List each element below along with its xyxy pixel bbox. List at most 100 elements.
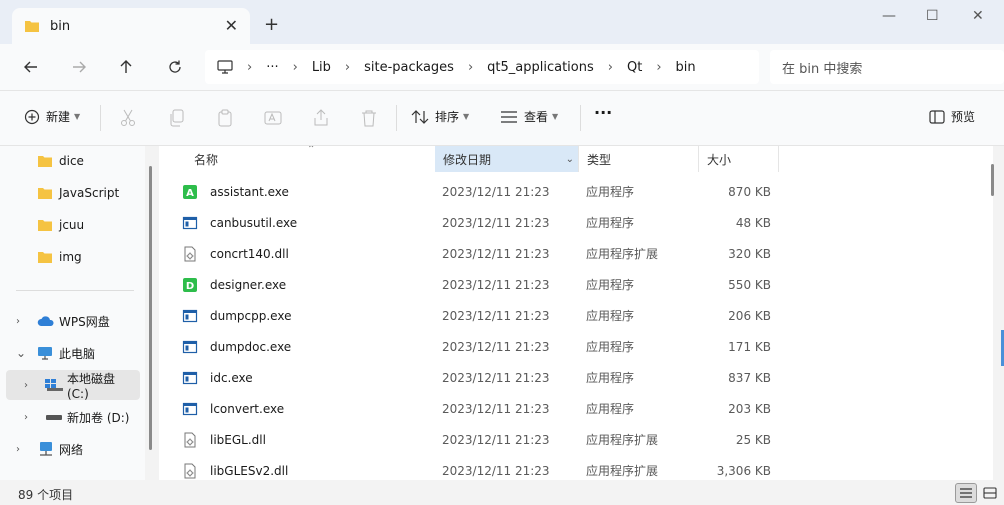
sidebar-item-jcuu[interactable]: jcuu — [0, 210, 145, 240]
column-header-date[interactable]: 修改日期 ⌄ — [435, 146, 579, 172]
paste-icon[interactable] — [217, 109, 233, 127]
chevron-down-icon: ▼ — [74, 112, 81, 121]
minimize-icon[interactable]: — — [882, 8, 896, 24]
column-header-type[interactable]: 类型 — [579, 146, 699, 172]
search-input[interactable]: 在 bin 中搜索 — [770, 50, 1004, 84]
details-view-icon — [960, 488, 972, 498]
breadcrumb-site-packages[interactable]: site-packages — [364, 60, 454, 75]
folder-icon — [38, 252, 52, 263]
breadcrumb-overflow[interactable]: ··· — [266, 60, 278, 75]
column-header-label: 类型 — [587, 152, 612, 167]
back-button[interactable] — [20, 56, 42, 78]
chevron-right-icon[interactable]: › — [16, 444, 20, 455]
sidebar-item-wps-drive[interactable]: › WPS网盘 — [0, 306, 145, 336]
chevron-down-icon[interactable]: ⌄ — [566, 154, 574, 165]
column-header-name[interactable]: 名称 ⌃ — [159, 146, 435, 172]
monitor-icon — [38, 347, 52, 360]
delete-icon[interactable] — [361, 109, 377, 127]
navigation-pane: dice JavaScript jcuu img › WPS网盘 ⌄ 此电脑 ›… — [0, 146, 145, 480]
file-row[interactable]: lconvert.exe 2023/12/11 21:23 应用程序 203 KB — [159, 393, 993, 424]
sidebar-item-label: img — [59, 250, 82, 264]
file-row[interactable]: libEGL.dll 2023/12/11 21:23 应用程序扩展 25 KB — [159, 424, 993, 455]
sidebar-item-javascript[interactable]: JavaScript — [0, 178, 145, 208]
file-row[interactable]: Ddesigner.exe 2023/12/11 21:23 应用程序 550 KB — [159, 269, 993, 300]
up-button[interactable] — [115, 56, 137, 78]
tiles-view-button[interactable] — [979, 483, 1001, 503]
rename-icon[interactable] — [264, 109, 282, 127]
file-row[interactable]: dumpdoc.exe 2023/12/11 21:23 应用程序 171 KB — [159, 331, 993, 362]
sidebar-item-this-pc[interactable]: ⌄ 此电脑 — [0, 338, 145, 368]
file-list-scrollbar[interactable] — [991, 164, 994, 196]
tiles-view-icon — [983, 487, 997, 499]
sidebar-scrollbar[interactable] — [149, 166, 152, 450]
sidebar-item-network[interactable]: › 网络 — [0, 434, 145, 464]
file-row[interactable]: dumpcpp.exe 2023/12/11 21:23 应用程序 206 KB — [159, 300, 993, 331]
file-name-cell: lconvert.exe — [182, 393, 284, 424]
sidebar-item-label: 此电脑 — [59, 346, 96, 361]
tab-bin[interactable]: bin ✕ — [12, 8, 250, 44]
close-tab-icon[interactable]: ✕ — [225, 16, 238, 35]
file-row[interactable]: libGLESv2.dll 2023/12/11 21:23 应用程序扩展 3,306… — [159, 455, 993, 480]
file-date: 2023/12/11 21:23 — [442, 184, 550, 199]
arrow-right-icon — [73, 61, 86, 73]
close-window-icon[interactable]: ✕ — [972, 8, 984, 24]
folder-icon — [25, 21, 39, 32]
forward-button[interactable] — [68, 56, 90, 78]
copy-icon[interactable] — [169, 109, 185, 127]
file-row[interactable]: concrt140.dll 2023/12/11 21:23 应用程序扩展 320 K… — [159, 238, 993, 269]
details-view-button[interactable] — [955, 483, 977, 503]
tab-title: bin — [50, 18, 71, 34]
sidebar-item-c-drive[interactable]: › 本地磁盘 (C:) — [6, 370, 140, 401]
file-size: 550 KB — [728, 277, 771, 292]
refresh-button[interactable] — [164, 56, 186, 78]
file-size: 320 KB — [728, 246, 771, 261]
breadcrumb-separator: › — [656, 59, 662, 75]
file-row[interactable]: canbusutil.exe 2023/12/11 21:23 应用程序 48 KB — [159, 207, 993, 238]
sidebar-item-label: 新加卷 (D:) — [67, 410, 130, 425]
new-button[interactable]: 新建 ▼ — [24, 108, 80, 125]
sort-button[interactable]: 排序 ▼ — [411, 108, 469, 125]
breadcrumb-qt[interactable]: Qt — [627, 60, 642, 75]
share-icon[interactable] — [313, 109, 329, 127]
chevron-right-icon[interactable]: › — [24, 412, 28, 423]
file-type: 应用程序扩展 — [586, 247, 659, 261]
new-tab-button[interactable]: + — [264, 14, 279, 35]
file-name: designer.exe — [210, 277, 287, 292]
file-row[interactable]: Aassistant.exe 2023/12/11 21:23 应用程序 870 KB — [159, 176, 993, 207]
sidebar-item-dice[interactable]: dice — [0, 146, 145, 176]
more-options-button[interactable]: ··· — [594, 103, 612, 122]
preview-pane-button[interactable]: 预览 — [929, 108, 975, 125]
breadcrumb-qt5-applications[interactable]: qt5_applications — [487, 60, 594, 75]
column-header-row: 名称 ⌃ 修改日期 ⌄ 类型 大小 — [159, 146, 993, 172]
chevron-down-icon[interactable]: ⌄ — [16, 346, 26, 360]
chevron-right-icon[interactable]: › — [16, 316, 20, 327]
cut-icon[interactable] — [120, 109, 136, 127]
sidebar-item-img[interactable]: img — [0, 242, 145, 272]
address-bar[interactable]: › ··· › Lib › site-packages › qt5_applic… — [205, 50, 759, 84]
file-size: 870 KB — [728, 184, 771, 199]
file-name: concrt140.dll — [210, 246, 289, 261]
file-name-cell: libGLESv2.dll — [182, 455, 288, 480]
chevron-right-icon[interactable]: › — [24, 380, 28, 391]
file-row[interactable]: idc.exe 2023/12/11 21:23 应用程序 837 KB — [159, 362, 993, 393]
sidebar-item-label: WPS网盘 — [59, 314, 110, 329]
column-header-size[interactable]: 大小 — [699, 146, 779, 172]
sidebar-item-d-drive[interactable]: › 新加卷 (D:) — [0, 402, 145, 432]
maximize-icon[interactable]: ☐ — [926, 8, 939, 24]
command-toolbar: 新建 ▼ 排序 ▼ 查看 ▼ ··· 预览 — [0, 90, 1004, 146]
exe-icon — [182, 308, 204, 324]
breadcrumb-separator: › — [607, 59, 613, 75]
exe-icon — [182, 370, 204, 386]
sidebar-item-label: dice — [59, 154, 84, 168]
file-date: 2023/12/11 21:23 — [442, 246, 550, 261]
breadcrumb-lib[interactable]: Lib — [312, 60, 331, 75]
file-name: libEGL.dll — [210, 432, 266, 447]
file-name: dumpcpp.exe — [210, 308, 292, 323]
file-size: 3,306 KB — [716, 463, 771, 478]
toolbar-divider — [396, 105, 397, 131]
breadcrumb-bin[interactable]: bin — [676, 60, 696, 75]
file-type: 应用程序扩展 — [586, 433, 659, 447]
file-name: assistant.exe — [210, 184, 289, 199]
view-button[interactable]: 查看 ▼ — [500, 108, 558, 125]
status-bar: 89 个项目 — [0, 480, 1004, 505]
